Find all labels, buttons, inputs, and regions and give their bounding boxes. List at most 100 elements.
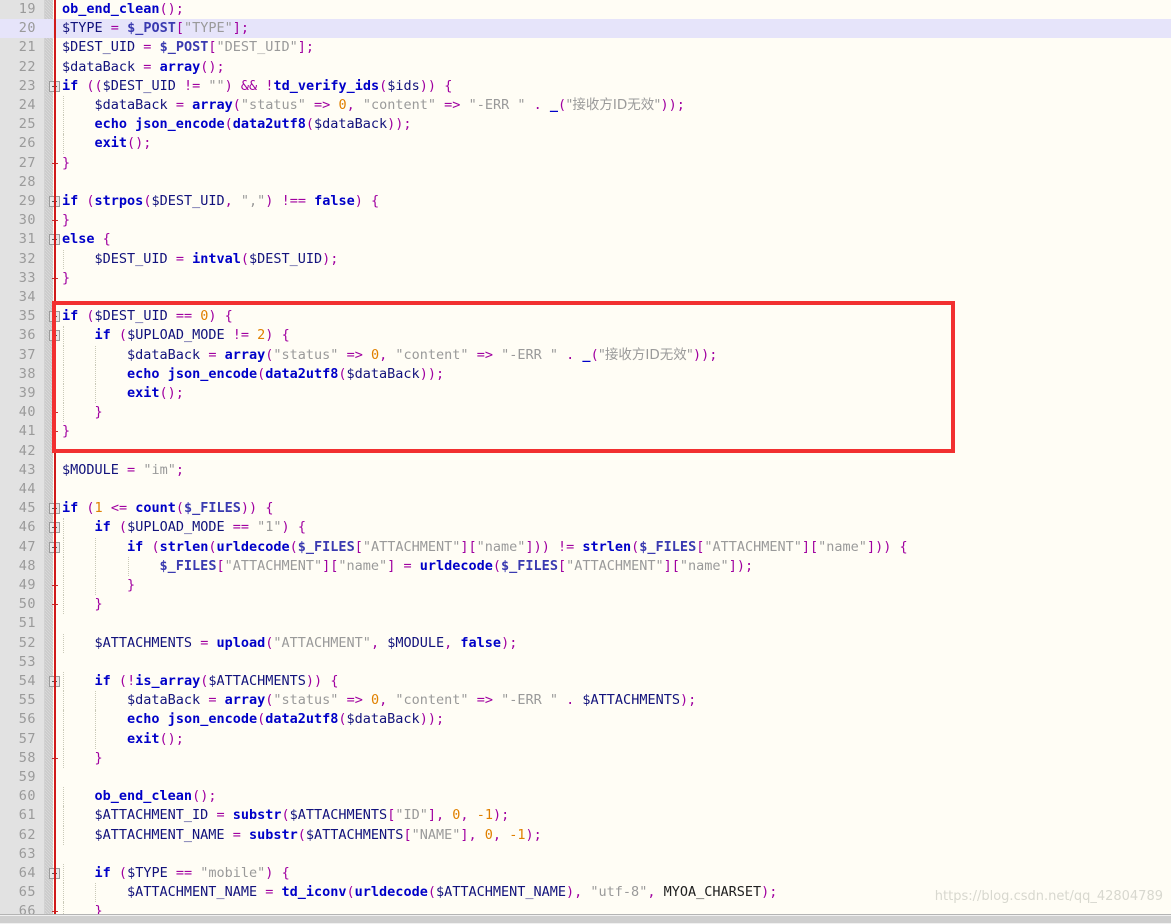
code-line[interactable]: 42: [0, 442, 1171, 461]
code-line[interactable]: 31 else {: [0, 230, 1171, 249]
token-str: "status": [273, 346, 339, 363]
code-line[interactable]: 50 }: [0, 595, 1171, 615]
token-punc: ));: [693, 346, 718, 363]
token-var: $ATTACHMENT_NAME: [127, 884, 258, 901]
code-line[interactable]: 23 if (($DEST_UID != "") && !td_verify_id…: [0, 77, 1171, 96]
code-line[interactable]: 30}: [0, 211, 1171, 230]
line-number: 52: [18, 634, 36, 651]
code-line[interactable]: 44: [0, 480, 1171, 499]
token-punc: [: [557, 557, 567, 574]
token-var: $DEST_UID: [94, 250, 168, 267]
code-line[interactable]: 38 echo json_encode(data2utf8($dataBack)…: [0, 364, 1171, 384]
code-line[interactable]: 62 $ATTACHMENT_NAME = substr($ATTACHMENT…: [0, 825, 1171, 845]
code-line[interactable]: 54 if (!is_array($ATTACHMENTS)) {: [0, 672, 1171, 692]
code-line[interactable]: 46 if ($UPLOAD_MODE == "1") {: [0, 518, 1171, 538]
code-line[interactable]: 58 }: [0, 748, 1171, 768]
line-number: 28: [18, 173, 36, 190]
code-line[interactable]: 47 if (strlen(urldecode($_FILES["ATTACHM…: [0, 537, 1171, 557]
code-line[interactable]: 33}: [0, 269, 1171, 288]
code-line[interactable]: 43 $MODULE = "im";: [0, 461, 1171, 480]
code-line[interactable]: 37 $dataBack = array("status" => 0, "con…: [0, 345, 1171, 365]
token-str: "content": [395, 692, 469, 709]
code-line[interactable]: 59: [0, 768, 1171, 787]
code-line[interactable]: 20 $TYPE = $_POST["TYPE"];: [0, 19, 1171, 39]
line-number: 47: [18, 538, 36, 555]
code-line[interactable]: 36 if ($UPLOAD_MODE != 2) {: [0, 326, 1171, 346]
token-punc: (: [492, 557, 502, 574]
token-var: $ATTACHMENT_ID: [94, 807, 209, 824]
code-line[interactable]: 55 $dataBack = array("status" => 0, "con…: [0, 691, 1171, 711]
token-kw: array: [159, 58, 201, 75]
token-sup: $_FILES: [159, 557, 217, 574]
line-number: 43: [18, 461, 36, 478]
code-line[interactable]: 34: [0, 288, 1171, 307]
token-punc: (: [281, 807, 290, 824]
code-line[interactable]: 41}: [0, 422, 1171, 441]
token-punc: ));: [387, 116, 412, 133]
code-line[interactable]: 56 echo json_encode(data2utf8($dataBack)…: [0, 710, 1171, 730]
token-punc: ();: [159, 1, 184, 17]
token-punc: (: [558, 97, 567, 113]
code-line[interactable]: 19 ob_end_clean();: [0, 0, 1171, 19]
code-line[interactable]: 60 ob_end_clean();: [0, 787, 1171, 807]
code-line[interactable]: 52 $ATTACHMENTS = upload("ATTACHMENT", $…: [0, 633, 1171, 653]
code-line[interactable]: 27}: [0, 154, 1171, 173]
token-fn: _: [549, 97, 559, 113]
horizontal-scrollbar[interactable]: [0, 914, 1171, 924]
token-str: "im": [143, 461, 176, 478]
code-line[interactable]: 45 if (1 <= count($_FILES)) {: [0, 499, 1171, 518]
code-line[interactable]: 32 $DEST_UID = intval($DEST_UID);: [0, 249, 1171, 269]
code-line-text: }: [62, 154, 70, 173]
scrollbar-thumb[interactable]: [0, 916, 1171, 923]
code-line[interactable]: 40 }: [0, 403, 1171, 423]
code-line[interactable]: 57 exit();: [0, 729, 1171, 749]
code-line[interactable]: 21 $DEST_UID = $_POST["DEST_UID"];: [0, 38, 1171, 57]
token-punc: ((: [86, 77, 103, 94]
code-line[interactable]: 53: [0, 653, 1171, 672]
code-line[interactable]: 24 $dataBack = array("status" => 0, "con…: [0, 96, 1171, 116]
code-line[interactable]: 26 exit();: [0, 134, 1171, 154]
code-line[interactable]: 28: [0, 173, 1171, 192]
code-line[interactable]: 63: [0, 845, 1171, 864]
code-line[interactable]: 51: [0, 614, 1171, 633]
token-str: "name": [679, 557, 729, 574]
code-line[interactable]: 48 $_FILES["ATTACHMENT"]["name"] = urlde…: [0, 556, 1171, 576]
token-fn: strpos: [94, 193, 144, 209]
token-op: ==: [175, 865, 193, 881]
token-var: $dataBack: [127, 346, 201, 363]
line-number: 21: [18, 39, 36, 56]
token-punc: [: [216, 557, 225, 574]
code-line[interactable]: 49 }: [0, 576, 1171, 596]
line-number: 27: [18, 154, 36, 171]
token-plain: MYOA_CHARSET: [663, 884, 762, 901]
token-kw: exit: [127, 730, 160, 747]
code-editor[interactable]: 19 ob_end_clean(); 20 $TYPE = $_POST["TYPE"…: [0, 0, 1171, 924]
code-line[interactable]: 61 $ATTACHMENT_ID = substr($ATTACHMENTS[…: [0, 806, 1171, 826]
code-line[interactable]: 29 if (strpos($DEST_UID, ",") !== false) …: [0, 192, 1171, 211]
line-number: 40: [18, 404, 36, 421]
code-line[interactable]: 35 if ($DEST_UID == 0) {: [0, 307, 1171, 326]
code-line[interactable]: 22 $dataBack = array();: [0, 58, 1171, 77]
token-var: $ATTACHMENT_NAME: [94, 826, 225, 843]
code-line[interactable]: 39 exit();: [0, 384, 1171, 404]
token-kw: false: [314, 193, 355, 209]
code-line[interactable]: 65 $ATTACHMENT_NAME = td_iconv(urldecode…: [0, 883, 1171, 903]
code-line-text: $ATTACHMENT_NAME = td_iconv(urldecode($A…: [62, 883, 777, 902]
line-number: 22: [18, 58, 36, 75]
token-punc: (: [118, 865, 128, 881]
code-line-text: if ($UPLOAD_MODE != 2) {: [62, 326, 290, 345]
token-punc: (: [257, 711, 266, 728]
code-line[interactable]: 64 if ($TYPE == "mobile") {: [0, 864, 1171, 884]
code-line[interactable]: 25 echo json_encode(data2utf8($dataBack)…: [0, 115, 1171, 135]
token-op: !=: [183, 77, 201, 94]
